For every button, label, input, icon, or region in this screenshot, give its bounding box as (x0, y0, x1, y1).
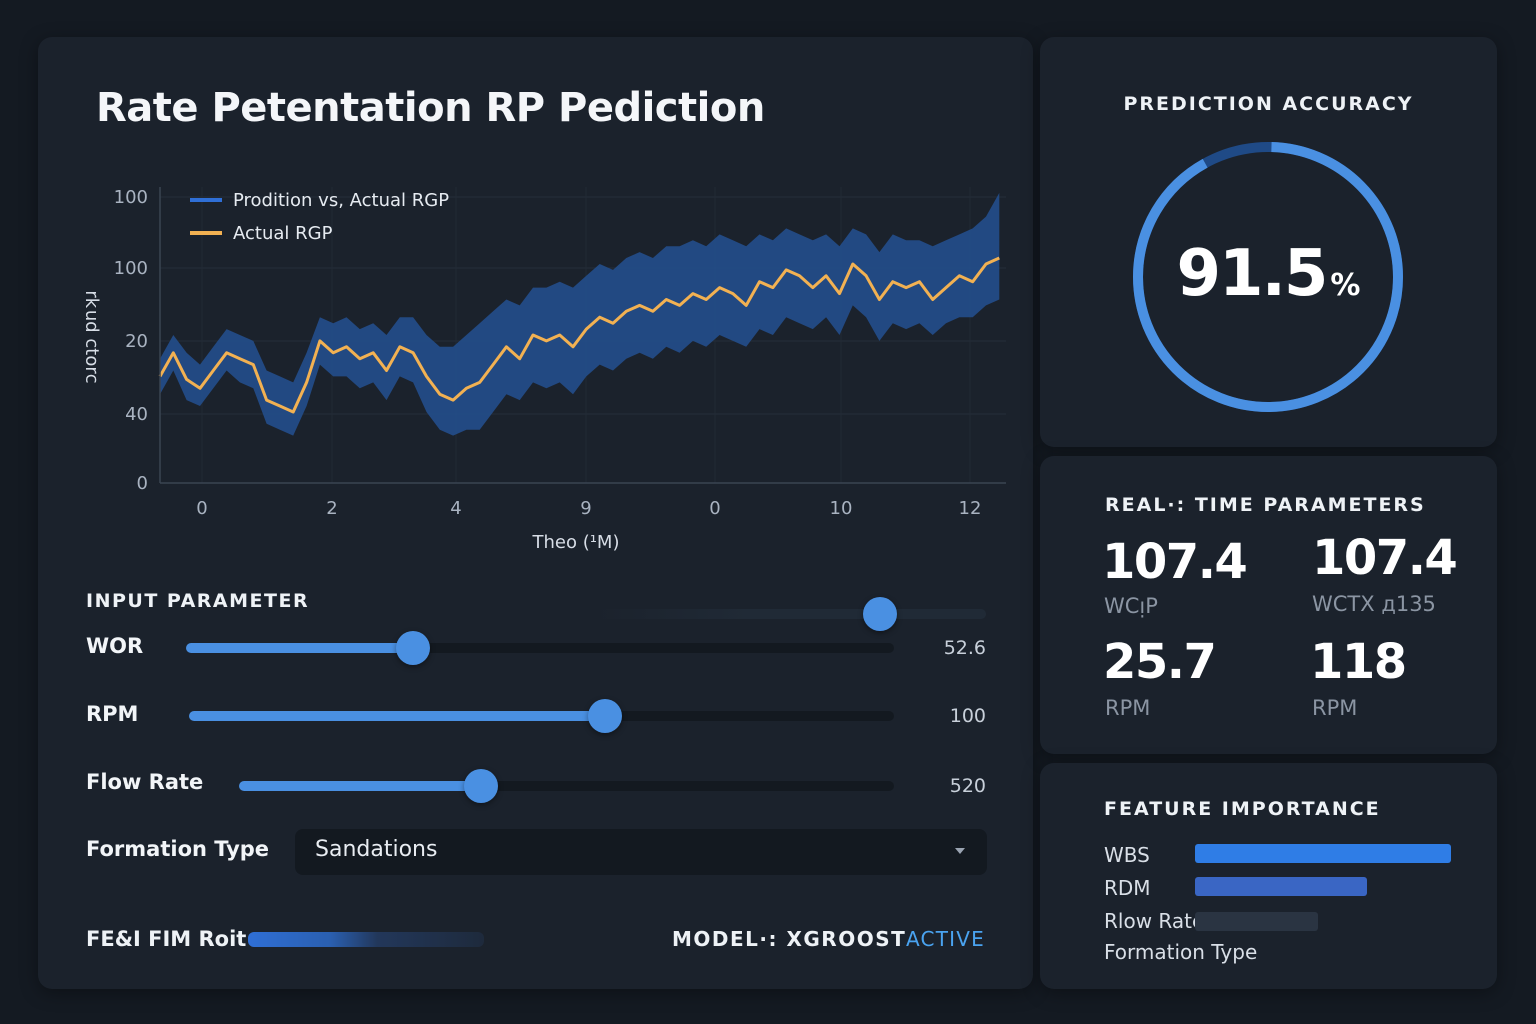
formation-type-select[interactable]: Sandations (295, 829, 987, 875)
feature-label-rdm: RDM (1104, 876, 1151, 900)
rpm-slider[interactable] (189, 699, 894, 733)
y-axis-title: ɔɹoʇɔ pnʞɹ (80, 290, 101, 383)
chevron-down-icon (955, 848, 965, 854)
wor-slider-thumb[interactable] (395, 631, 430, 665)
accuracy-value: 91.5 (1176, 237, 1329, 311)
rpm-slider-fill (189, 711, 605, 721)
footer-label: FE&I FIM Roit (86, 927, 247, 951)
metric-value-2: 107.4 (1312, 530, 1458, 586)
metric-label-2: WCTX д135 (1312, 592, 1436, 616)
x-tick-label: 0 (709, 498, 720, 519)
y-tick-label: 100 (114, 258, 148, 279)
footer-progress-bar (248, 932, 484, 947)
feature-label-wbs: WBS (1104, 843, 1150, 867)
x-tick-label: 9 (580, 498, 591, 519)
metric-value-4: 118 (1310, 634, 1407, 690)
wor-label: WOR (86, 634, 144, 658)
metric-value-3: 25.7 (1103, 634, 1217, 690)
rpm-slider-thumb[interactable] (587, 699, 622, 733)
y-axis-ticks: 0 40 20 100 100 (114, 187, 148, 494)
wor-value: 52.6 (943, 637, 986, 659)
x-tick-label: 10 (830, 498, 853, 519)
x-tick-label: 12 (959, 498, 982, 519)
top-range-slider[interactable] (593, 597, 986, 631)
input-parameter-heading: INPUT PARAMETER (86, 590, 310, 612)
rgp-line-chart: 0 40 20 100 100 0 2 4 9 0 10 12 Theo (¹M) ɔɹoʇɔ pn… (80, 187, 1006, 553)
flow-rate-slider-thumb[interactable] (464, 769, 499, 803)
rpm-value: 100 (949, 705, 986, 727)
legend-label-prediction: Prodition vs, Actual RGP (233, 190, 449, 211)
y-tick-label: 100 (114, 187, 148, 208)
x-tick-label: 4 (450, 498, 461, 519)
flow-rate-label: Flow Rate (86, 770, 204, 794)
feature-importance-panel: FEATURE IMPORTANCE WBS RDM Rlow Rate For… (1040, 763, 1497, 989)
metric-label-3: RPM (1105, 696, 1151, 720)
model-label: MODEL·: XGROOST (672, 927, 907, 951)
flow-rate-value: 520 (949, 775, 986, 797)
formation-type-selected: Sandations (315, 837, 438, 862)
x-tick-label: 2 (326, 498, 337, 519)
metric-label-4: RPM (1312, 696, 1358, 720)
realtime-title: REAL·: TIME PARAMETERS (1105, 494, 1426, 516)
realtime-panel: REAL·: TIME PARAMETERS 107.4 WCᴉP 107.4 … (1040, 456, 1497, 754)
feature-label-flow-rate: Rlow Rate (1104, 909, 1205, 933)
prediction-panel: Rate Petentation RP Pediction 0 40 20 100 10… (38, 37, 1033, 989)
x-axis-ticks: 0 2 4 9 0 10 12 (196, 498, 981, 519)
accuracy-panel: PREDICTION ACCURACY 91.5% (1040, 37, 1497, 447)
wor-slider[interactable] (186, 631, 894, 665)
metric-value-1: 107.4 (1102, 534, 1248, 590)
x-axis-title: Theo (¹M) (531, 532, 619, 553)
feature-bar-flow-rate (1195, 912, 1318, 931)
accuracy-readout: 91.5% (1040, 237, 1497, 311)
legend-label-actual: Actual RGP (233, 223, 333, 244)
wor-slider-fill (186, 643, 413, 653)
y-tick-label: 20 (125, 331, 148, 352)
feature-bar-wbs (1195, 844, 1451, 863)
feature-label-formation-type: Formation Type (1104, 940, 1258, 964)
rpm-label: RPM (86, 702, 139, 726)
flow-rate-slider[interactable] (239, 769, 894, 803)
accuracy-title: PREDICTION ACCURACY (1123, 93, 1414, 115)
metric-label-1: WCᴉP (1104, 594, 1158, 618)
accuracy-unit: % (1330, 268, 1361, 303)
y-tick-label: 40 (125, 404, 148, 425)
feature-importance-title: FEATURE IMPORTANCE (1104, 798, 1381, 820)
formation-type-label: Formation Type (86, 837, 270, 861)
chart-legend: Prodition vs, Actual RGP Actual RGP (190, 190, 449, 244)
flow-rate-slider-fill (239, 781, 482, 791)
x-tick-label: 0 (196, 498, 207, 519)
y-tick-label: 0 (137, 473, 148, 494)
feature-bar-rdm (1195, 877, 1367, 896)
model-status-badge[interactable]: ACTIVE (906, 927, 985, 951)
top-slider-thumb[interactable] (862, 597, 897, 631)
